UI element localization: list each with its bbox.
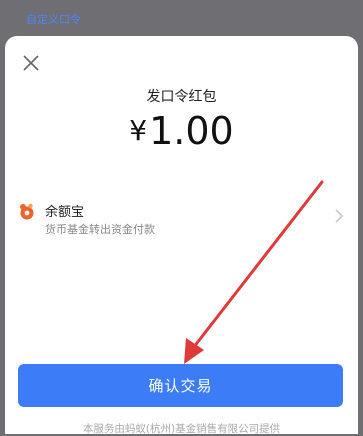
confirm-transaction-button[interactable]: 确认交易 — [18, 364, 343, 407]
sheet-title: 发口令红包 — [146, 89, 217, 105]
background-page: 自定义口令 — [0, 0, 363, 36]
close-icon[interactable] — [20, 52, 42, 74]
custom-password-link[interactable]: 自定义口令 — [26, 11, 81, 27]
currency-symbol: ¥ — [129, 114, 148, 147]
payment-sheet: 发口令红包 ¥1.00 余额宝 货币基金转出资金付款 确认交易 本服务由蚂蚁(杭… — [5, 36, 358, 435]
payment-method-description: 货币基金转出资金付款 — [45, 223, 155, 236]
yuebao-icon — [20, 203, 34, 220]
payment-method-name: 余额宝 — [45, 205, 85, 220]
amount-value: 1.00 — [149, 109, 234, 153]
amount-display: ¥1.00 — [5, 112, 358, 150]
chevron-right-icon — [335, 209, 344, 223]
payment-method-row[interactable]: 余额宝 货币基金转出资金付款 — [5, 194, 358, 242]
